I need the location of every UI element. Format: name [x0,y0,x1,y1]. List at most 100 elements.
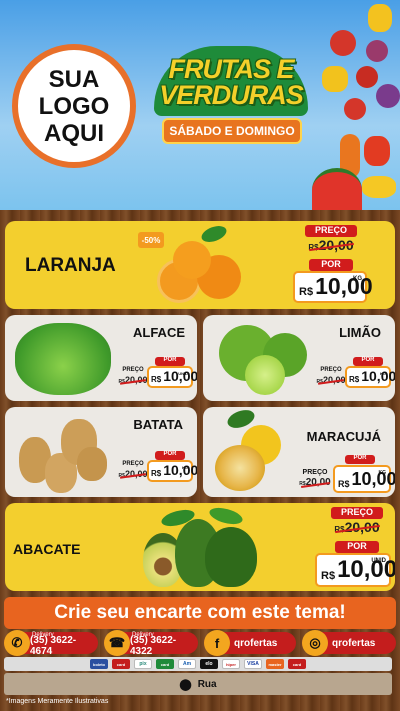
pix-icon: pix [134,659,152,669]
lime-slice-icon [245,355,285,395]
phone-number: (35) 3622-4322 [130,635,177,657]
elo-icon: elo [200,659,218,669]
unit: KG [378,470,387,476]
whatsapp-number: (35) 3622-4674 [30,635,77,657]
payment-methods: boleto card pix card Am elo hiper VISA m… [4,657,392,671]
product-name: BATATA [133,417,183,432]
logo-placeholder: SUA LOGO AQUI [12,44,136,168]
new-price: R$ 10,00 UNID [315,553,395,587]
whatsapp-label: Delivery [32,632,54,638]
unit: UNID [371,558,386,564]
new-price-label: POR [353,357,383,366]
address-text: Rua [197,678,217,690]
old-price: R$20,00 [303,237,359,255]
tomato-icon [330,30,356,56]
product-card-abacate[interactable]: ABACATE PREÇO R$20,00 POR R$10,00 UNID [5,503,395,591]
facebook-contact[interactable]: f qrofertas [204,630,296,656]
instagram-handle: qrofertas [332,637,376,649]
new-price: R$ 10,00 KG [345,366,395,388]
header-banner: SUA LOGO AQUI FRUTAS E VERDURAS SÁBADO E… [0,0,400,210]
product-name: MARACUJÁ [306,429,381,444]
discount-badge: -50% [138,232,164,248]
card-icon: card [112,659,130,669]
new-price: R$ 10,00 KG [147,460,197,482]
potato-icon [77,447,107,481]
phone-label: Delivery [132,632,154,638]
new-price-label: POR [155,451,185,460]
product-name: ABACATE [13,541,81,557]
old-price: R$20,00 [329,519,385,537]
price-label: PREÇO [331,507,383,519]
unit: UNID [178,371,188,376]
card-icon: card [288,659,306,669]
product-card-laranja[interactable]: LARANJA PREÇO R$20,00 POR R$10,00 KG [5,221,395,309]
boleto-icon: boleto [90,659,108,669]
instagram-contact[interactable]: ◎ qrofertas [302,630,396,656]
unit: KG [353,276,362,282]
product-card-limao[interactable]: LIMÃO POR PREÇO R$20,00 R$10,00 KG [203,315,395,401]
product-card-maracuja[interactable]: MARACUJÁ POR PREÇO R$20,00 R$10,00 KG [203,407,395,497]
hipercard-icon: hiper [222,659,240,669]
currency: R$ [151,469,162,478]
new-price: R$ 10,00 KG [293,271,373,303]
passion-fruit-icon [215,445,265,491]
price-value: 10,00 [337,556,395,583]
pepper-icon [368,4,392,32]
new-price: R$ 10,00 KG [333,465,395,493]
address-bar: ⬤ Rua [4,673,392,695]
disclaimer-text: *Imagens Meramente Ilustrativas [6,698,109,705]
watermelon-icon [312,168,362,210]
orange-icon [173,241,211,279]
leaf-icon [207,504,245,528]
map-pin-icon: ⬤ [179,678,192,691]
logo-text: LOGO [38,92,110,120]
pepper-icon [362,176,396,198]
cabbage-icon [376,84,400,108]
whatsapp-icon: ✆ [4,630,30,656]
pepper-icon [322,66,348,92]
tomato-icon [356,66,378,88]
phone-contact[interactable]: ☎ Delivery (35) 3622-4322 [104,630,198,657]
visa-icon: VISA [244,659,262,669]
avocado-icon [205,527,257,587]
price-value: 10,00 [361,368,395,384]
new-price-label: POR [335,541,379,553]
mastercard-icon: master [266,659,284,669]
currency: R$ [151,375,162,384]
logo-text: AQUI [44,119,104,147]
currency: R$ [349,375,360,384]
price-value: 10,00 [351,469,395,489]
new-price-label: POR [345,455,375,464]
phone-icon: ☎ [104,630,130,656]
logo-text: SUA [48,65,100,93]
date-ribbon: SÁBADO E DOMINGO [162,118,302,144]
unit: KG [380,371,386,376]
product-card-alface[interactable]: ALFACE POR PREÇO R$20,00 R$10,00 UNID [5,315,197,401]
currency: R$ [299,286,314,298]
pepper-icon [364,136,390,166]
facebook-icon: f [204,630,230,656]
title-line: VERDURAS [159,80,304,110]
price-label: PREÇO [305,225,357,237]
product-card-batata[interactable]: BATATA POR PREÇO R$20,00 R$10,00 KG [5,407,197,497]
card-icon: card [156,659,174,669]
new-price: R$ 10,00 UNID [147,366,197,388]
unit: KG [182,465,188,470]
onion-icon [366,40,388,62]
promo-title: FRUTAS E VERDURAS SÁBADO E DOMINGO [146,46,316,156]
cta-banner[interactable]: Crie seu encarte com este tema! [4,597,396,629]
tomato-icon [344,98,366,120]
facebook-handle: qrofertas [234,637,278,649]
product-name: ALFACE [133,325,185,340]
price-value: 10,00 [315,273,373,299]
new-price-label: POR [309,259,353,271]
lettuce-icon [15,323,111,395]
leaf-icon [199,222,229,246]
whatsapp-contact[interactable]: ✆ Delivery (35) 3622-4674 [4,630,98,657]
old-price: R$20,00 [315,375,347,387]
new-price-label: POR [155,357,185,366]
amex-icon: Am [178,659,196,669]
price-value: 10,00 [163,462,197,478]
old-price: R$20,00 [117,469,149,481]
product-name: LIMÃO [339,325,381,340]
